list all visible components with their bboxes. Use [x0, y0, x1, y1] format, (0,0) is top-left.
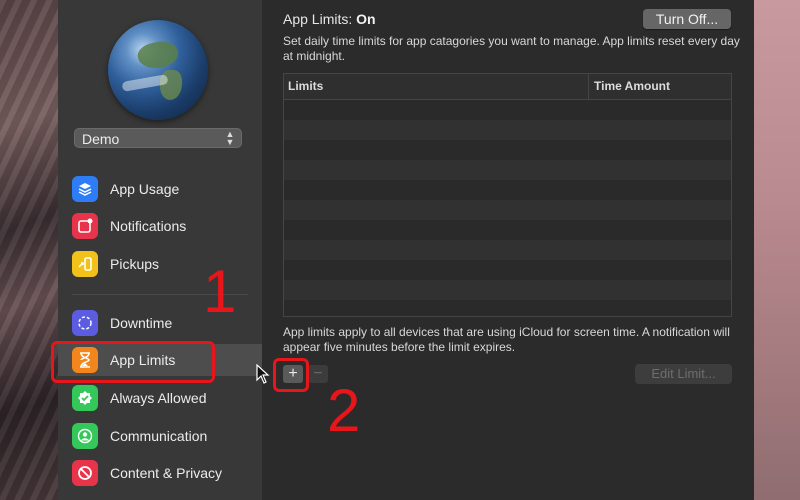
table-row [284, 140, 731, 160]
title-prefix: App Limits: [283, 11, 353, 27]
user-select[interactable]: Demo ▲ ▼ [74, 128, 242, 148]
sidebar-item-label: App Usage [110, 181, 180, 197]
sidebar-item-app-usage[interactable]: App Usage [72, 173, 248, 205]
table-row [284, 300, 731, 316]
column-header-limits[interactable]: Limits [284, 74, 589, 99]
table-row [284, 220, 731, 240]
user-select-value: Demo [82, 131, 120, 147]
annotation-step-1: 1 [203, 258, 237, 325]
user-avatar-globe [108, 20, 208, 120]
screen-time-window: Demo ▲▼ App Usage Notifications Pickups [58, 0, 754, 500]
table-row [284, 160, 731, 180]
sidebar-item-content-privacy[interactable]: Content & Privacy [72, 457, 248, 489]
desktop-wallpaper-right [754, 0, 800, 500]
checkmark-badge-icon [72, 385, 98, 411]
downtime-moon-icon [72, 310, 98, 336]
sidebar-item-communication[interactable]: Communication [72, 420, 248, 452]
description-text: Set daily time limits for app catagories… [283, 34, 740, 63]
footer-note: App limits apply to all devices that are… [283, 325, 730, 354]
notification-badge-icon [72, 213, 98, 239]
remove-limit-button[interactable]: − [308, 365, 328, 383]
table-header: Limits Time Amount [284, 74, 731, 100]
annotation-box-add-button [273, 358, 309, 392]
no-entry-icon [72, 460, 98, 486]
chevron-updown-icon: ▲ ▼ [225, 129, 235, 147]
table-row [284, 200, 731, 220]
table-row [284, 280, 731, 300]
edit-limit-button[interactable]: Edit Limit... [635, 364, 732, 384]
sidebar-item-label: Pickups [110, 256, 160, 272]
title-status: On [356, 11, 376, 27]
sidebar-item-always-allowed[interactable]: Always Allowed [72, 382, 248, 414]
table-row [284, 120, 731, 140]
pickup-phone-icon [72, 251, 98, 277]
annotation-step-2: 2 [327, 377, 361, 444]
mouse-cursor-icon [256, 364, 270, 384]
turn-off-button[interactable]: Turn Off... [643, 9, 731, 29]
sidebar-item-label: Communication [110, 428, 208, 444]
table-row [284, 180, 731, 200]
table-row [284, 100, 731, 120]
limits-table[interactable]: Limits Time Amount [283, 73, 732, 317]
sidebar-item-label: Notifications [110, 218, 187, 234]
table-row [284, 240, 731, 260]
column-header-time-amount[interactable]: Time Amount [589, 74, 670, 99]
desktop-wallpaper-left [0, 0, 58, 500]
stack-icon [72, 176, 98, 202]
annotation-box-app-limits [51, 341, 215, 383]
sidebar-item-label: Always Allowed [110, 390, 207, 406]
table-row [284, 260, 731, 280]
sidebar-item-notifications[interactable]: Notifications [72, 210, 248, 242]
sidebar-item-label: Content & Privacy [110, 465, 223, 481]
page-title: App Limits: On [283, 11, 376, 27]
sidebar-item-label: Downtime [110, 315, 173, 331]
sidebar: Demo ▲▼ App Usage Notifications Pickups [58, 0, 262, 500]
person-icon [72, 423, 98, 449]
